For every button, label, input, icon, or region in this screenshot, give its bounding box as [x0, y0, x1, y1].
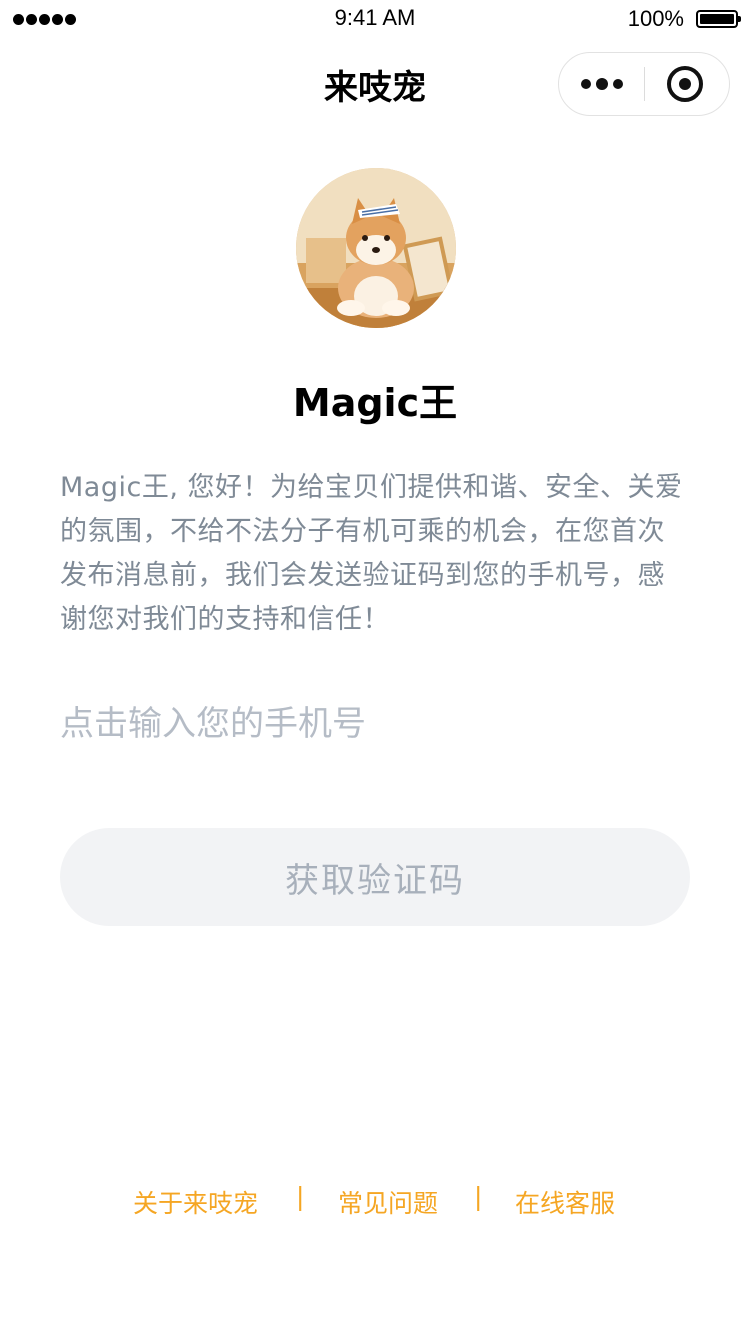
mini-program-capsule — [558, 52, 730, 116]
footer-link-faq[interactable]: 常见问题 — [338, 1184, 438, 1220]
target-close-icon[interactable] — [667, 66, 703, 102]
avatar — [296, 168, 456, 328]
shiba-avatar — [296, 168, 456, 328]
more-dots-icon[interactable] — [559, 53, 645, 114]
footer-separator: | — [296, 1182, 305, 1211]
status-bar: 9:41 AM 100% — [0, 0, 750, 40]
battery-percent: 100% — [627, 6, 684, 31]
user-name: Magic王 — [292, 381, 458, 425]
get-code-button[interactable]: 获取验证码 — [60, 828, 690, 926]
battery-icon — [696, 10, 741, 28]
intro-text: Magic王, 您好！为给宝贝们提供和谐、安全、关爱的氛围，不给不法分子有机可乘… — [60, 472, 683, 635]
footer-link-service[interactable]: 在线客服 — [515, 1184, 615, 1220]
footer-link-about[interactable]: 关于来吱宠 — [133, 1184, 258, 1220]
footer-links: 关于来吱宠 | 常见问题 | 在线客服 — [0, 1180, 750, 1220]
phone-input[interactable] — [60, 698, 690, 750]
capsule-divider — [644, 67, 645, 101]
footer-separator: | — [474, 1182, 483, 1211]
